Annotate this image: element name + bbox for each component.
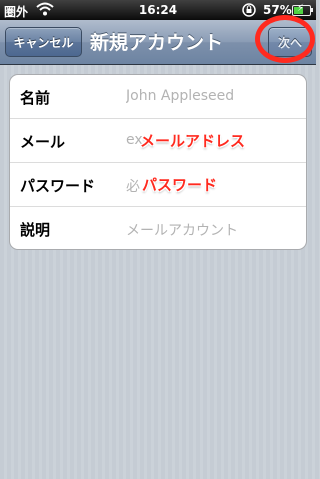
battery-icon: ⚡ — [292, 3, 313, 16]
name-label: 名前 — [20, 89, 51, 107]
status-bar: 圏外 16:24 57% ⚡ — [0, 0, 316, 20]
password-label: パスワード — [20, 177, 96, 195]
description-label: 説明 — [20, 221, 51, 239]
account-form: 名前 John Appleseed メール ex パスワード 必 説明 メールア… — [9, 74, 307, 250]
password-field[interactable]: 必 — [126, 176, 140, 196]
name-field[interactable]: John Appleseed — [126, 88, 234, 104]
description-field[interactable]: メールアカウント — [126, 220, 238, 240]
page-title: 新規アカウント — [90, 32, 224, 54]
next-button-highlight-circle — [255, 15, 315, 63]
cancel-button[interactable]: キャンセル — [5, 27, 82, 57]
rotation-lock-icon — [241, 2, 257, 21]
password-annotation: パスワード — [142, 176, 218, 194]
battery-nub — [311, 8, 313, 12]
form-row-name[interactable]: 名前 John Appleseed — [10, 75, 306, 119]
form-row-description[interactable]: 説明 メールアカウント — [10, 207, 306, 251]
email-label: メール — [20, 133, 66, 151]
charging-bolt-icon: ⚡ — [297, 3, 305, 14]
email-annotation: メールアドレス — [140, 132, 246, 150]
